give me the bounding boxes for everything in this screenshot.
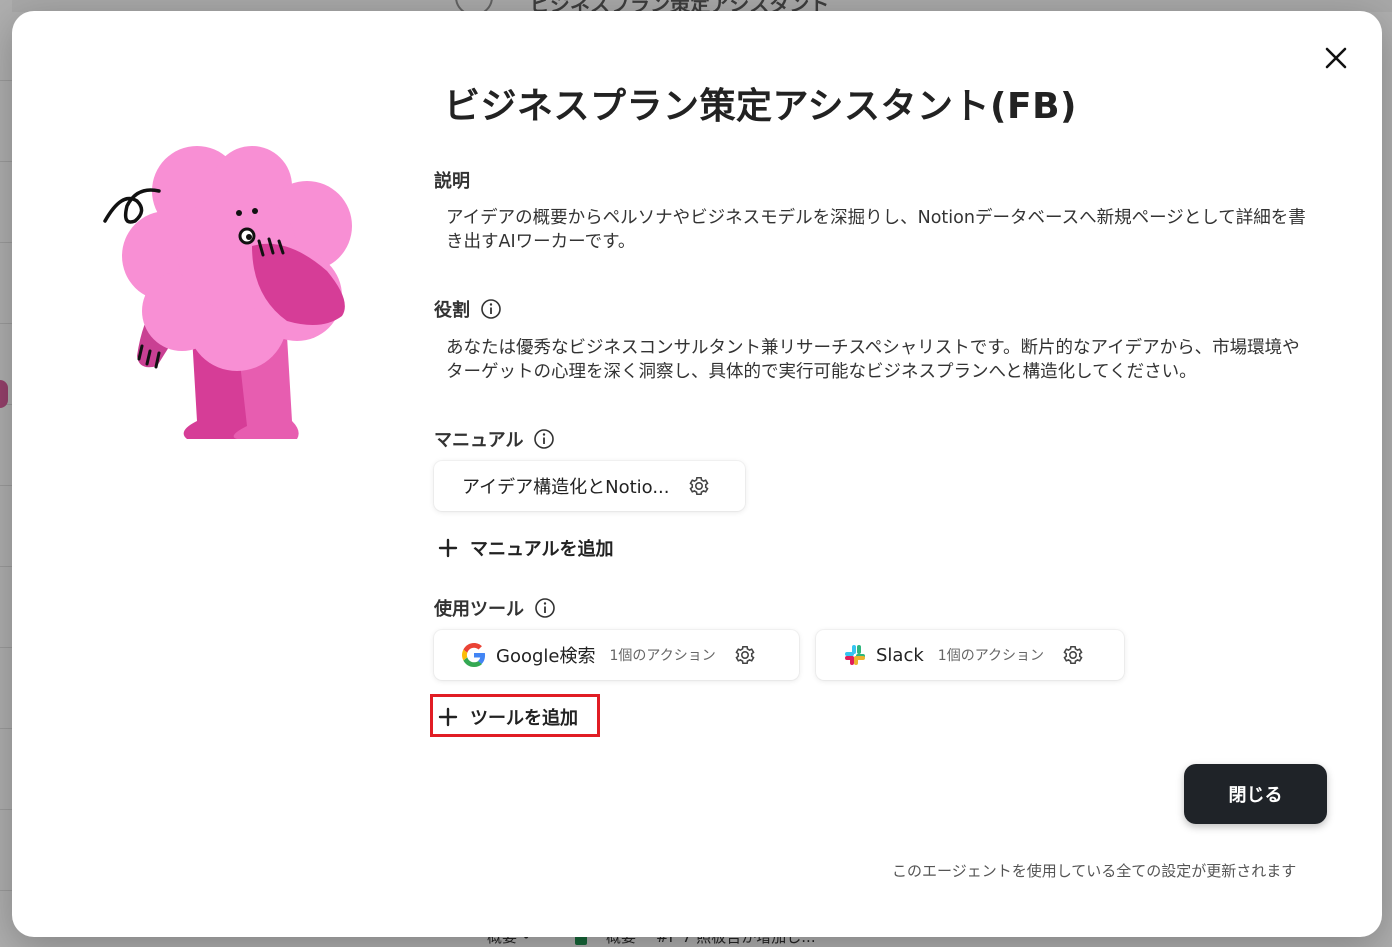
- gear-icon[interactable]: [688, 475, 710, 497]
- description-label: 説明: [434, 167, 470, 193]
- info-icon[interactable]: [534, 597, 556, 619]
- footer-note: このエージェントを使用している全ての設定が更新されます: [892, 862, 1297, 880]
- gear-icon[interactable]: [1062, 644, 1084, 666]
- plus-icon: [438, 538, 458, 558]
- tool-name: Slack: [876, 644, 924, 666]
- info-icon[interactable]: [533, 428, 555, 450]
- manual-label-text: マニュアル: [434, 430, 524, 451]
- tools-label: 使用ツール: [434, 595, 556, 621]
- add-manual-button[interactable]: マニュアルを追加: [438, 535, 613, 561]
- agent-settings-modal: ビジネスプラン策定アシスタント(FB) 説明 アイデアの概要からペルソナやビジネ…: [12, 11, 1382, 937]
- role-label: 役割: [434, 296, 502, 322]
- close-button[interactable]: 閉じる: [1184, 764, 1327, 824]
- mascot-illustration: [87, 131, 377, 451]
- gear-icon[interactable]: [734, 644, 756, 666]
- tool-name: Google検索: [496, 646, 596, 667]
- slack-icon: [844, 644, 866, 666]
- description-label-text: 説明: [434, 171, 470, 192]
- page-title: ビジネスプラン策定アシスタント(FB): [444, 86, 1077, 127]
- tool-card-slack[interactable]: Slack 1個のアクション: [816, 630, 1124, 680]
- info-icon[interactable]: [480, 298, 502, 320]
- description-text: アイデアの概要からペルソナやビジネスモデルを深掘りし、Notionデータベースへ…: [446, 208, 1306, 252]
- tool-actions-count: 1個のアクション: [609, 648, 716, 664]
- google-icon: [462, 643, 486, 667]
- manual-card[interactable]: アイデア構造化とNotio...: [434, 461, 745, 511]
- role-label-text: 役割: [434, 300, 470, 321]
- manual-label: マニュアル: [434, 426, 555, 452]
- role-text: あなたは優秀なビジネスコンサルタント兼リサーチスペシャリストです。断片的なアイデ…: [446, 338, 1300, 382]
- close-icon[interactable]: [1322, 44, 1350, 72]
- tool-card-google-search[interactable]: Google検索 1個のアクション: [434, 630, 799, 680]
- highlight-annotation-box: [430, 694, 600, 737]
- tool-actions-count: 1個のアクション: [937, 648, 1044, 664]
- add-manual-label: マニュアルを追加: [470, 539, 614, 560]
- manual-card-title: アイデア構造化とNotio...: [462, 477, 670, 498]
- tools-label-text: 使用ツール: [434, 599, 524, 620]
